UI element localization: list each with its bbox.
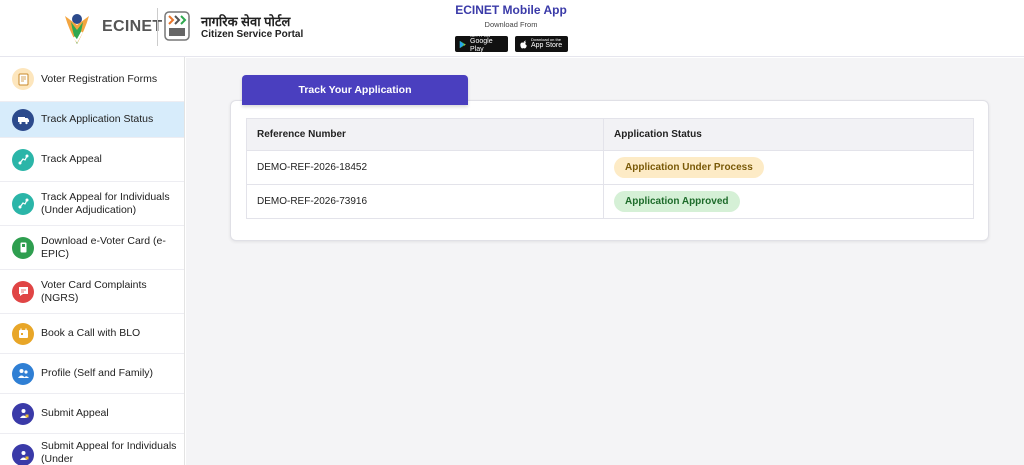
sidebar-item-book-call-blo[interactable]: Book a Call with BLO [0,314,184,354]
status-cell: Application Approved [603,184,974,219]
portal-logo-icon [164,11,190,41]
column-header-status: Application Status [603,118,974,151]
sidebar-item-track-appeal[interactable]: Track Appeal [0,138,184,182]
card-icon [12,236,34,259]
sidebar-item-label: Submit Appeal [41,407,109,419]
sidebar-item-submit-appeal[interactable]: Submit Appeal [0,394,184,434]
eci-logo-icon[interactable] [60,10,94,46]
sidebar-item-label: Voter Registration Forms [41,72,158,85]
sidebar-item-label: Track Appeal [41,153,102,165]
status-badge: Application Approved [614,191,740,212]
eci-brand-text: ECINET [102,18,163,35]
calendar-icon [12,322,34,345]
google-play-icon [459,40,466,48]
application-table: Reference Number Application Status DEMO… [246,118,974,219]
reference-number: DEMO-REF-2026-73916 [246,184,604,219]
route-icon [12,192,34,215]
header: ECINET नागरिक सेवा पोर्टल Citizen Servic… [0,0,1024,57]
google-play-label: Google Play [470,38,493,53]
sidebar-item-label: Voter Card Complaints (NGRS) [41,278,147,304]
main-content: Reference Number Application Status DEMO… [186,58,1024,465]
status-badge: Application Under Process [614,157,764,178]
appeal-icon [12,402,34,425]
portal-title-english: Citizen Service Portal [201,29,304,40]
sidebar-item-voter-card-complaints[interactable]: Voter Card Complaints (NGRS) [0,270,184,314]
sidebar-item-profile-self-family[interactable]: Profile (Self and Family) [0,354,184,394]
sidebar-item-download-e-voter-card[interactable]: Download e-Voter Card (e-EPIC) [0,226,184,270]
sidebar-item-label: Profile (Self and Family) [41,367,154,379]
sidebar-item-label: Book a Call with BLO [41,327,141,339]
app-store-button[interactable]: Download on the App Store [515,36,568,52]
sidebar-item-track-appeal-individuals[interactable]: Track Appeal for Individuals (Under Adju… [0,182,184,226]
sidebar-item-label: Download e-Voter Card (e-EPIC) [41,234,166,260]
reference-number: DEMO-REF-2026-18452 [246,150,604,185]
complaint-icon [12,280,34,303]
sidebar: Voter Registration Forms Track Applicati… [0,57,185,465]
mobile-app-title: ECINET Mobile App [455,3,567,17]
app-store-label: App Store [531,42,563,49]
application-card: Reference Number Application Status DEMO… [230,100,989,241]
mobile-app-subtitle: Download From [484,20,538,29]
table-header-row: Reference Number Application Status [246,118,974,151]
appeal-icon [12,444,34,465]
tab-track-your-application[interactable]: Track Your Application [242,75,468,105]
family-icon [12,362,34,385]
portal-title-hindi: नागरिक सेवा पोर्टल [201,14,291,29]
sidebar-item-track-application-status[interactable]: Track Application Status [0,102,184,138]
sidebar-item-label: Track Application Status [41,113,154,125]
truck-icon [12,108,34,131]
column-header-reference: Reference Number [246,118,604,151]
logo-divider [157,8,158,46]
status-cell: Application Under Process [603,150,974,185]
sidebar-item-submit-appeal-individuals[interactable]: Submit Appeal for Individuals (Under [0,434,184,465]
sidebar-item-label: Track Appeal for Individuals (Under Adju… [41,190,170,216]
table-row[interactable]: DEMO-REF-2026-73916 Application Approved [246,184,974,219]
table-row[interactable]: DEMO-REF-2026-18452 Application Under Pr… [246,150,974,185]
sidebar-item-label: Submit Appeal for Individuals (Under [41,440,177,465]
sidebar-item-voter-registration-forms[interactable]: Voter Registration Forms [0,57,184,102]
form-icon [12,68,34,90]
route-icon [12,148,34,171]
google-play-button[interactable]: GET IT ON Google Play [455,34,508,53]
apple-icon [520,39,527,49]
